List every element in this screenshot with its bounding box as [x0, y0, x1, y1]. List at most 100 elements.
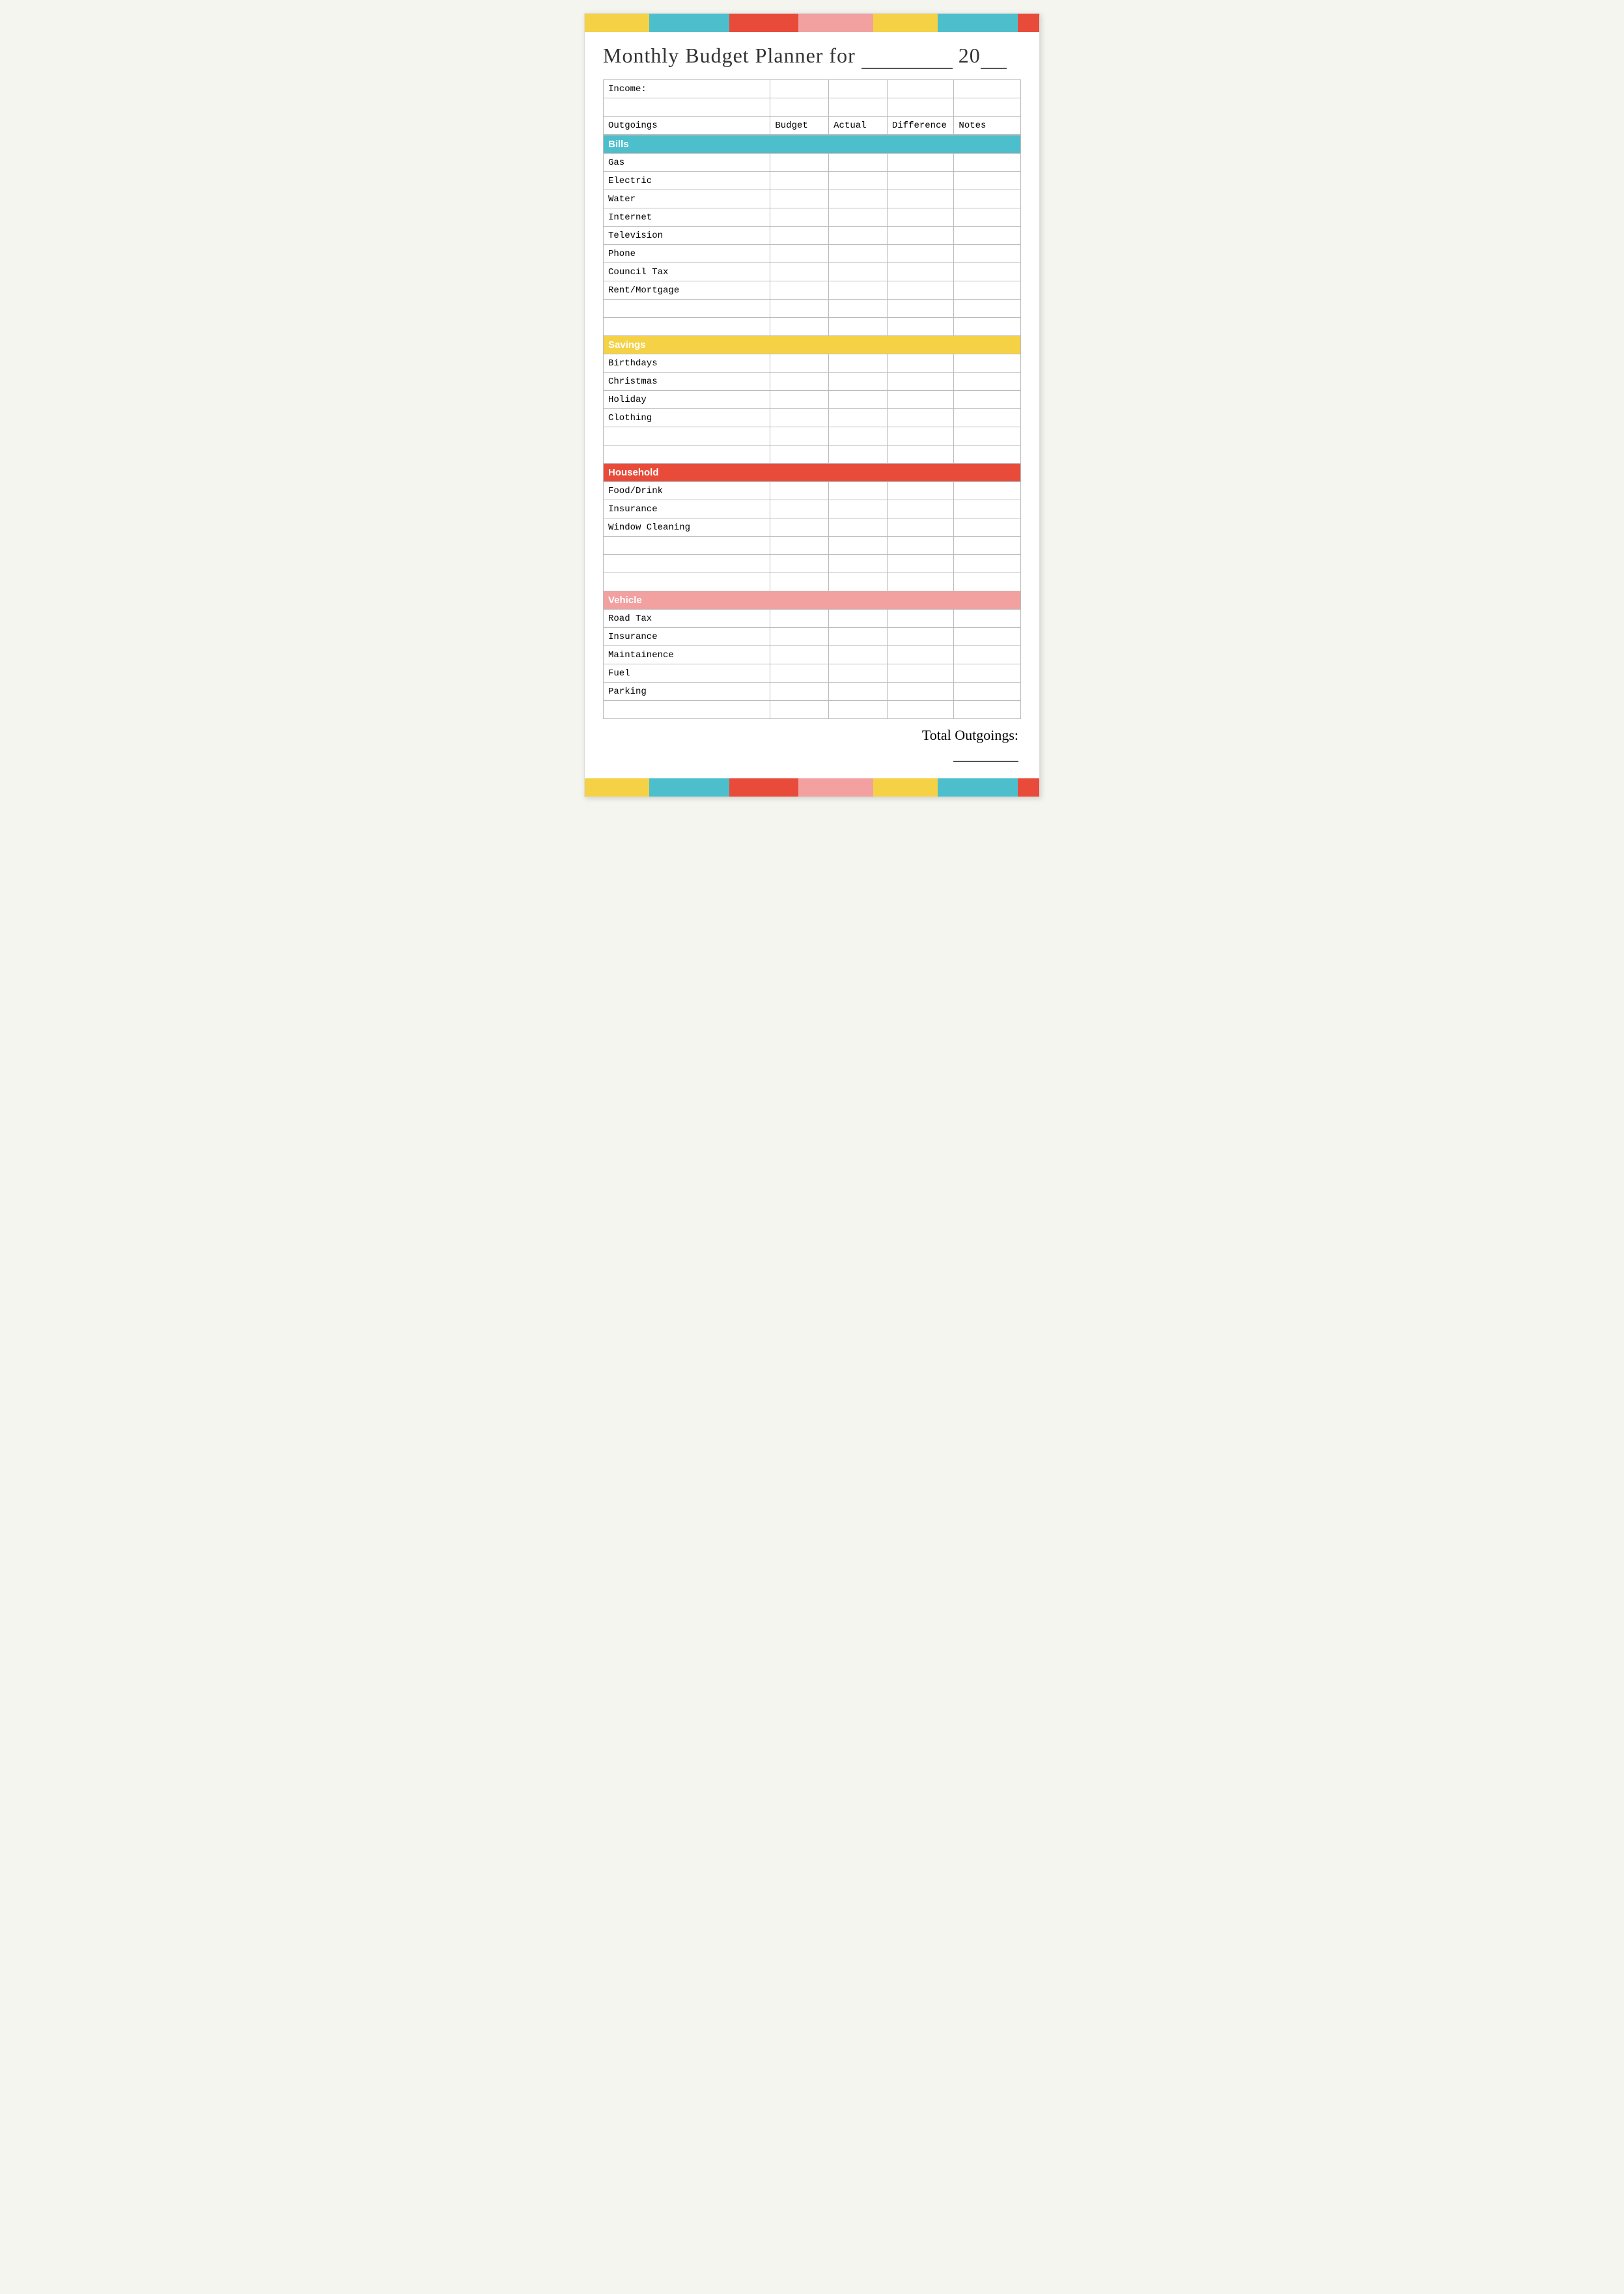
cell-actual-1-0[interactable] [829, 354, 888, 373]
cell-budget-1-4[interactable] [770, 427, 829, 446]
cell-notes-1-0[interactable] [954, 354, 1021, 373]
cell-notes-2-2[interactable] [954, 518, 1021, 537]
total-value[interactable] [953, 744, 1018, 762]
cell-actual-0-9[interactable] [829, 318, 888, 336]
year-blank[interactable] [981, 44, 1007, 69]
cell-diff-0-9[interactable] [887, 318, 954, 336]
cell-notes-0-8[interactable] [954, 300, 1021, 318]
cell-notes-0-6[interactable] [954, 263, 1021, 281]
cell-notes-1-1[interactable] [954, 373, 1021, 391]
cell-diff-2-2[interactable] [887, 518, 954, 537]
cell-notes-0-7[interactable] [954, 281, 1021, 300]
cell-budget-0-5[interactable] [770, 245, 829, 263]
cell-diff-0-0[interactable] [887, 154, 954, 172]
cell-actual-0-7[interactable] [829, 281, 888, 300]
month-blank[interactable] [861, 44, 953, 69]
cell-diff-0-1[interactable] [887, 172, 954, 190]
cell-notes-2-0[interactable] [954, 482, 1021, 500]
cell-diff-1-1[interactable] [887, 373, 954, 391]
cell-budget-2-2[interactable] [770, 518, 829, 537]
cell-budget-1-5[interactable] [770, 446, 829, 464]
cell-budget-0-1[interactable] [770, 172, 829, 190]
cell-notes-1-3[interactable] [954, 409, 1021, 427]
cell-actual-3-5[interactable] [829, 701, 888, 719]
cell-notes-3-0[interactable] [954, 610, 1021, 628]
cell-notes-0-3[interactable] [954, 208, 1021, 227]
cell-budget-3-5[interactable] [770, 701, 829, 719]
cell-diff-0-5[interactable] [887, 245, 954, 263]
cell-budget-2-5[interactable] [770, 573, 829, 591]
income-budget[interactable] [770, 80, 829, 98]
cell-actual-0-1[interactable] [829, 172, 888, 190]
cell-actual-1-3[interactable] [829, 409, 888, 427]
cell-budget-1-2[interactable] [770, 391, 829, 409]
cell-diff-3-2[interactable] [887, 646, 954, 664]
cell-actual-2-1[interactable] [829, 500, 888, 518]
cell-notes-2-3[interactable] [954, 537, 1021, 555]
cell-budget-0-3[interactable] [770, 208, 829, 227]
cell-budget-1-1[interactable] [770, 373, 829, 391]
income-actual[interactable] [829, 80, 888, 98]
cell-budget-1-0[interactable] [770, 354, 829, 373]
income-diff[interactable] [887, 80, 954, 98]
cell-diff-1-3[interactable] [887, 409, 954, 427]
cell-diff-3-4[interactable] [887, 683, 954, 701]
cell-notes-0-0[interactable] [954, 154, 1021, 172]
cell-diff-0-6[interactable] [887, 263, 954, 281]
cell-actual-1-1[interactable] [829, 373, 888, 391]
cell-diff-1-5[interactable] [887, 446, 954, 464]
cell-notes-0-4[interactable] [954, 227, 1021, 245]
cell-budget-2-0[interactable] [770, 482, 829, 500]
cell-budget-3-2[interactable] [770, 646, 829, 664]
cell-actual-0-5[interactable] [829, 245, 888, 263]
cell-actual-3-3[interactable] [829, 664, 888, 683]
cell-diff-1-2[interactable] [887, 391, 954, 409]
cell-notes-0-1[interactable] [954, 172, 1021, 190]
cell-actual-0-0[interactable] [829, 154, 888, 172]
cell-notes-1-4[interactable] [954, 427, 1021, 446]
cell-notes-3-3[interactable] [954, 664, 1021, 683]
cell-actual-0-4[interactable] [829, 227, 888, 245]
cell-notes-3-2[interactable] [954, 646, 1021, 664]
cell-actual-1-5[interactable] [829, 446, 888, 464]
cell-actual-2-4[interactable] [829, 555, 888, 573]
cell-diff-2-1[interactable] [887, 500, 954, 518]
cell-actual-2-5[interactable] [829, 573, 888, 591]
cell-diff-1-0[interactable] [887, 354, 954, 373]
cell-notes-0-9[interactable] [954, 318, 1021, 336]
cell-diff-0-7[interactable] [887, 281, 954, 300]
cell-actual-2-2[interactable] [829, 518, 888, 537]
cell-actual-3-2[interactable] [829, 646, 888, 664]
cell-notes-1-5[interactable] [954, 446, 1021, 464]
cell-diff-0-4[interactable] [887, 227, 954, 245]
cell-notes-3-4[interactable] [954, 683, 1021, 701]
cell-diff-0-8[interactable] [887, 300, 954, 318]
cell-notes-3-1[interactable] [954, 628, 1021, 646]
cell-actual-3-4[interactable] [829, 683, 888, 701]
cell-actual-2-3[interactable] [829, 537, 888, 555]
cell-actual-0-2[interactable] [829, 190, 888, 208]
cell-budget-0-6[interactable] [770, 263, 829, 281]
cell-notes-3-5[interactable] [954, 701, 1021, 719]
cell-diff-3-3[interactable] [887, 664, 954, 683]
cell-budget-1-3[interactable] [770, 409, 829, 427]
cell-actual-0-3[interactable] [829, 208, 888, 227]
cell-actual-1-2[interactable] [829, 391, 888, 409]
cell-actual-3-1[interactable] [829, 628, 888, 646]
cell-notes-0-2[interactable] [954, 190, 1021, 208]
cell-notes-0-5[interactable] [954, 245, 1021, 263]
cell-diff-1-4[interactable] [887, 427, 954, 446]
cell-budget-0-0[interactable] [770, 154, 829, 172]
cell-actual-2-0[interactable] [829, 482, 888, 500]
cell-budget-2-3[interactable] [770, 537, 829, 555]
cell-actual-0-6[interactable] [829, 263, 888, 281]
cell-diff-3-1[interactable] [887, 628, 954, 646]
cell-budget-3-1[interactable] [770, 628, 829, 646]
cell-budget-0-8[interactable] [770, 300, 829, 318]
cell-budget-3-3[interactable] [770, 664, 829, 683]
cell-diff-0-2[interactable] [887, 190, 954, 208]
cell-budget-3-4[interactable] [770, 683, 829, 701]
cell-notes-1-2[interactable] [954, 391, 1021, 409]
income-notes[interactable] [954, 80, 1021, 98]
cell-budget-0-7[interactable] [770, 281, 829, 300]
